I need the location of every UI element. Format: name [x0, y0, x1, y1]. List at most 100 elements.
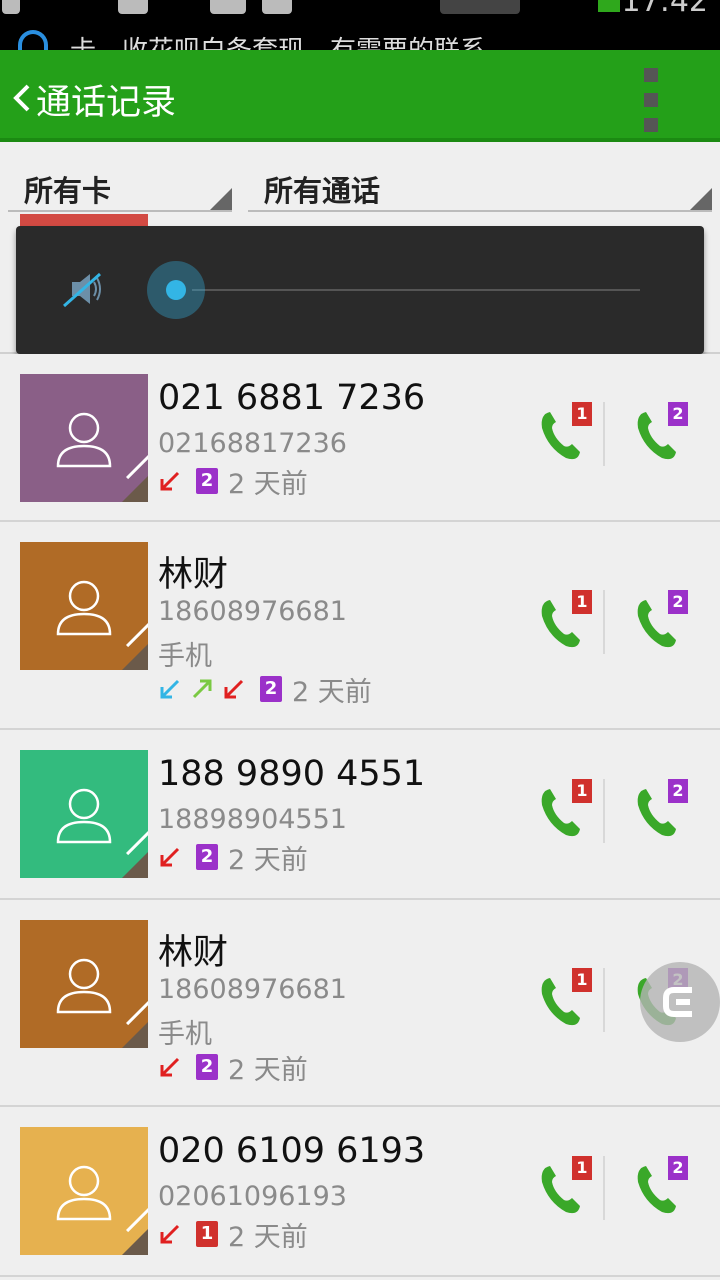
call-meta: 1 2 天前 — [158, 1219, 308, 1253]
call-direction-icons — [158, 845, 190, 869]
call-meta: 2 2 天前 — [158, 842, 308, 876]
call-sim1-button[interactable]: 1 — [536, 1156, 592, 1220]
sim1-badge: 1 — [572, 402, 592, 426]
signal-icon — [2, 0, 20, 14]
status-time: 17:42 — [621, 0, 708, 19]
message-icon — [262, 0, 292, 14]
phone-number: 02168817236 — [158, 428, 347, 459]
phone-number: 18608976681 — [158, 974, 347, 1005]
notification-text: 卡，收花呗白条套现，有需要的联系 — [70, 30, 486, 50]
call-time: 2 天前 — [228, 468, 308, 500]
app-bar: 通话记录 — [0, 50, 720, 142]
incoming-missed-arrow-icon — [224, 679, 244, 699]
avatar[interactable] — [20, 1127, 148, 1255]
back-arrow-icon[interactable] — [10, 80, 34, 116]
phone-number: 18608976681 — [158, 596, 347, 627]
outgoing-arrow-icon — [192, 679, 212, 699]
call-direction-icons — [158, 677, 254, 701]
contact-name: 188 9890 4551 — [158, 754, 426, 794]
divider — [603, 968, 605, 1032]
status-bar: 17:42 卡，收花呗白条套现，有需要的联系 — [0, 0, 720, 50]
speaker-muted-icon[interactable] — [60, 268, 106, 310]
call-sim1-button[interactable]: 1 — [536, 402, 592, 466]
call-time: 2 天前 — [292, 676, 372, 708]
call-sim2-button[interactable]: 2 — [632, 402, 688, 466]
battery-icon — [598, 0, 620, 12]
phone-number: 18898904551 — [158, 804, 347, 835]
network-icon — [440, 0, 520, 14]
person-icon — [56, 1165, 112, 1221]
volume-slider-track[interactable] — [192, 289, 640, 291]
avatar[interactable] — [20, 750, 148, 878]
table-row[interactable]: 020 6109 6193 02061096193 1 2 天前 1 2 — [0, 1107, 720, 1277]
table-row[interactable]: 188 9890 4551 18898904551 2 2 天前 1 2 — [0, 730, 720, 900]
call-meta: 2 2 天前 — [158, 466, 308, 500]
overflow-menu-icon[interactable] — [644, 68, 660, 132]
contact-name: 020 6109 6193 — [158, 1131, 426, 1171]
person-icon — [56, 958, 112, 1014]
incoming-arrow-icon — [160, 679, 180, 699]
sim1-badge: 1 — [572, 968, 592, 992]
call-direction-icons — [158, 1055, 190, 1079]
sim1-badge: 1 — [572, 779, 592, 803]
incoming-missed-arrow-icon — [160, 1057, 180, 1077]
contact-name: 021 6881 7236 — [158, 378, 426, 418]
floating-assist-button[interactable] — [640, 962, 720, 1042]
volume-panel — [16, 226, 704, 354]
divider — [603, 1156, 605, 1220]
dropdown-corner-icon — [690, 188, 712, 210]
person-icon — [56, 412, 112, 468]
assist-icon — [663, 987, 692, 1017]
call-sim2-button[interactable]: 2 — [632, 590, 688, 654]
divider — [603, 779, 605, 843]
sim2-badge: 2 — [668, 402, 688, 426]
calendar-icon — [118, 0, 148, 14]
page-title[interactable]: 通话记录 — [36, 74, 176, 125]
avatar[interactable] — [20, 374, 148, 502]
sim-badge: 2 — [260, 676, 282, 702]
sim-badge: 1 — [196, 1221, 218, 1247]
card-filter-dropdown[interactable]: 所有卡 — [8, 162, 232, 212]
incoming-missed-arrow-icon — [160, 1224, 180, 1244]
sim-badge: 2 — [196, 1054, 218, 1080]
call-meta: 2 2 天前 — [158, 1052, 308, 1086]
avatar-corner-icon — [122, 644, 148, 670]
call-sim1-button[interactable]: 1 — [536, 779, 592, 843]
call-type-filter-dropdown[interactable]: 所有通话 — [248, 162, 712, 212]
wifi-icon — [210, 0, 246, 14]
call-direction-icons — [158, 1222, 190, 1246]
person-icon — [56, 788, 112, 844]
call-sim2-button[interactable]: 2 — [632, 779, 688, 843]
divider — [603, 590, 605, 654]
avatar-corner-icon — [122, 1229, 148, 1255]
avatar[interactable] — [20, 542, 148, 670]
number-type: 手机 — [158, 1019, 212, 1050]
dropdown-corner-icon — [210, 188, 232, 210]
notification-bell-icon — [18, 30, 48, 50]
volume-slider-thumb[interactable] — [147, 261, 205, 319]
call-time: 2 天前 — [228, 844, 308, 876]
call-time: 2 天前 — [228, 1054, 308, 1086]
avatar[interactable] — [20, 920, 148, 1048]
contact-name: 林财 — [158, 555, 229, 595]
call-direction-icons — [158, 469, 190, 493]
table-row[interactable]: 林财 18608976681 手机 2 2 天前 1 2 — [0, 522, 720, 730]
call-sim1-button[interactable]: 1 — [536, 968, 592, 1032]
sim1-badge: 1 — [572, 1156, 592, 1180]
divider — [603, 402, 605, 466]
person-icon — [56, 580, 112, 636]
call-type-filter-label: 所有通话 — [264, 174, 381, 208]
table-row[interactable]: 021 6881 7236 02168817236 2 2 天前 1 2 — [0, 354, 720, 522]
call-sim1-button[interactable]: 1 — [536, 590, 592, 654]
sim1-badge: 1 — [572, 590, 592, 614]
call-time: 2 天前 — [228, 1221, 308, 1253]
number-type: 手机 — [158, 641, 212, 672]
table-row[interactable]: 林财 18608976681 手机 2 2 天前 1 2 — [0, 900, 720, 1107]
avatar-corner-icon — [122, 852, 148, 878]
phone-number: 02061096193 — [158, 1181, 347, 1212]
incoming-missed-arrow-icon — [160, 847, 180, 867]
avatar-corner-icon — [122, 1022, 148, 1048]
sim2-badge: 2 — [668, 779, 688, 803]
call-sim2-button[interactable]: 2 — [632, 1156, 688, 1220]
incoming-missed-arrow-icon — [160, 471, 180, 491]
